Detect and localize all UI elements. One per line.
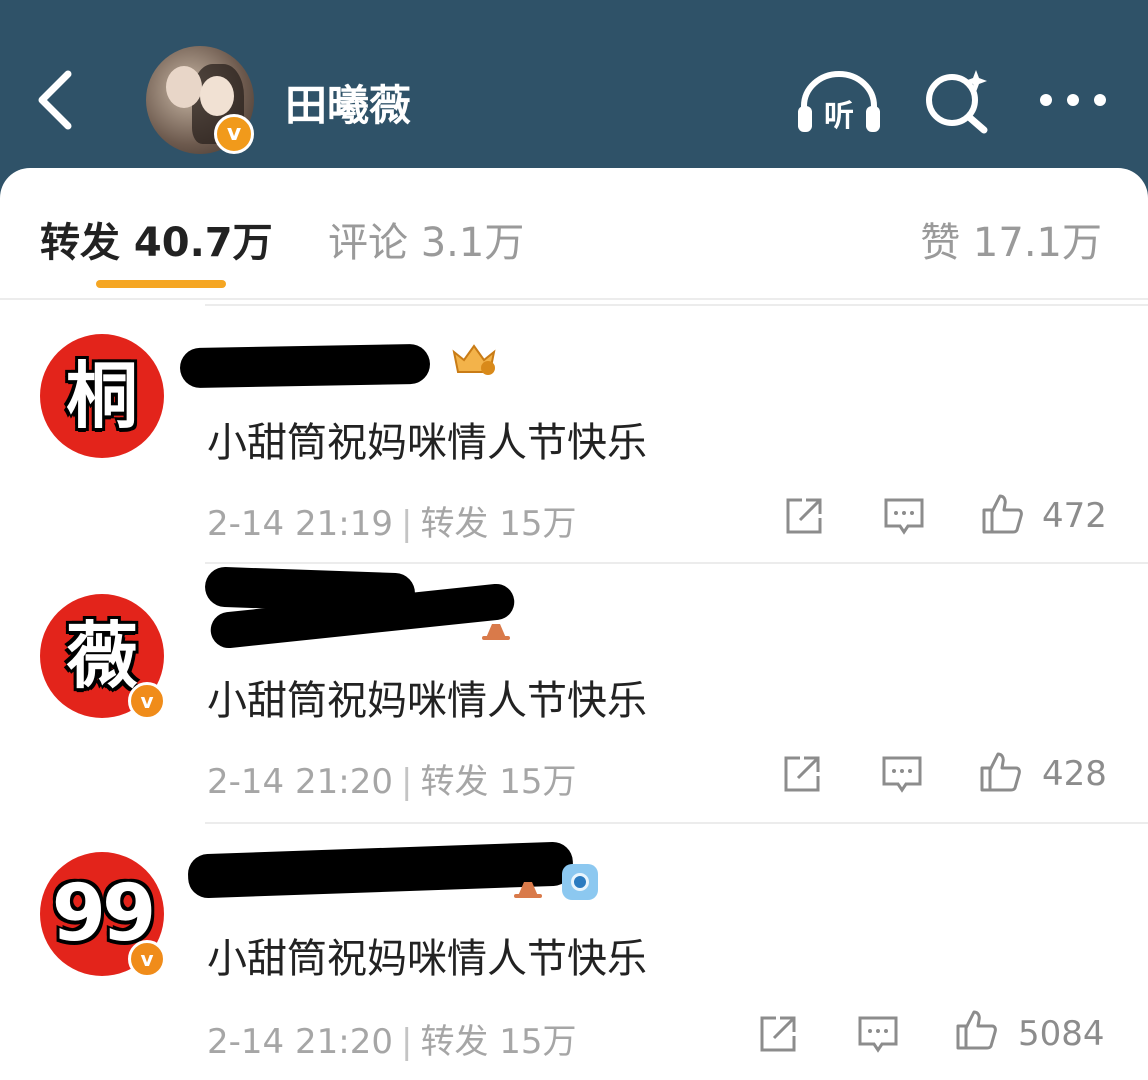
redacted-username	[179, 343, 431, 389]
verified-badge-icon: v	[128, 940, 166, 978]
chevron-left-icon[interactable]	[30, 68, 90, 132]
like-icon[interactable]	[978, 750, 1022, 794]
tab-like[interactable]: 赞 17.1万	[920, 210, 1102, 268]
avatar-face	[166, 66, 202, 108]
share-icon[interactable]	[782, 494, 826, 538]
listen-label: 听	[824, 99, 854, 134]
search-sparkle-icon[interactable]	[924, 68, 990, 134]
repost-time: 2-14 21:20	[207, 762, 393, 802]
like-count: 5084	[1018, 1014, 1105, 1054]
meta-separator: |	[400, 762, 413, 802]
repost-time: 2-14 21:20	[207, 1022, 393, 1062]
repost-content: 小甜筒祝妈咪情人节快乐	[207, 678, 647, 724]
avatar-face	[200, 76, 234, 116]
repost-count[interactable]: 转发 15万	[420, 1022, 576, 1062]
repost-count[interactable]: 转发 15万	[420, 762, 576, 802]
like-count: 428	[1042, 754, 1107, 794]
share-icon[interactable]	[756, 1012, 800, 1056]
comment-icon[interactable]	[880, 752, 924, 796]
repost-meta: 2-14 21:20 | 转发 15万	[207, 1014, 577, 1063]
repost-meta: 2-14 21:19 | 转发 15万	[207, 496, 577, 545]
repost-time: 2-14 21:19	[207, 504, 393, 544]
repost-count[interactable]: 转发 15万	[420, 504, 576, 544]
share-icon[interactable]	[780, 752, 824, 796]
divider	[205, 562, 1148, 564]
divider	[0, 298, 1148, 300]
avatar-text: 桐	[65, 354, 138, 438]
tab-repost[interactable]: 转发 40.7万	[40, 210, 273, 268]
repost-content: 小甜筒祝妈咪情人节快乐	[207, 936, 647, 982]
comment-icon[interactable]	[882, 494, 926, 538]
crown-badge-icon	[452, 344, 496, 375]
like-icon[interactable]	[980, 492, 1024, 536]
divider	[205, 822, 1148, 824]
camera-badge-icon	[562, 864, 598, 900]
divider	[205, 304, 1148, 306]
verified-badge-icon: v	[214, 114, 254, 154]
comment-icon[interactable]	[856, 1012, 900, 1056]
page-title: 田曦薇	[285, 81, 412, 130]
badge-icon	[482, 624, 510, 640]
headphones-icon[interactable]: 听	[796, 70, 882, 134]
tab-active-indicator	[96, 280, 226, 288]
badge-icon	[514, 882, 542, 898]
tab-comment[interactable]: 评论 3.1万	[328, 210, 524, 268]
meta-separator: |	[400, 1022, 413, 1062]
like-icon[interactable]	[954, 1008, 998, 1052]
verified-badge-icon: v	[128, 682, 166, 720]
like-count: 472	[1042, 496, 1107, 536]
user-avatar[interactable]: 桐	[40, 334, 164, 458]
more-dots-icon[interactable]	[1036, 86, 1110, 114]
meta-separator: |	[400, 504, 413, 544]
repost-content: 小甜筒祝妈咪情人节快乐	[207, 420, 647, 466]
repost-meta: 2-14 21:20 | 转发 15万	[207, 754, 577, 803]
